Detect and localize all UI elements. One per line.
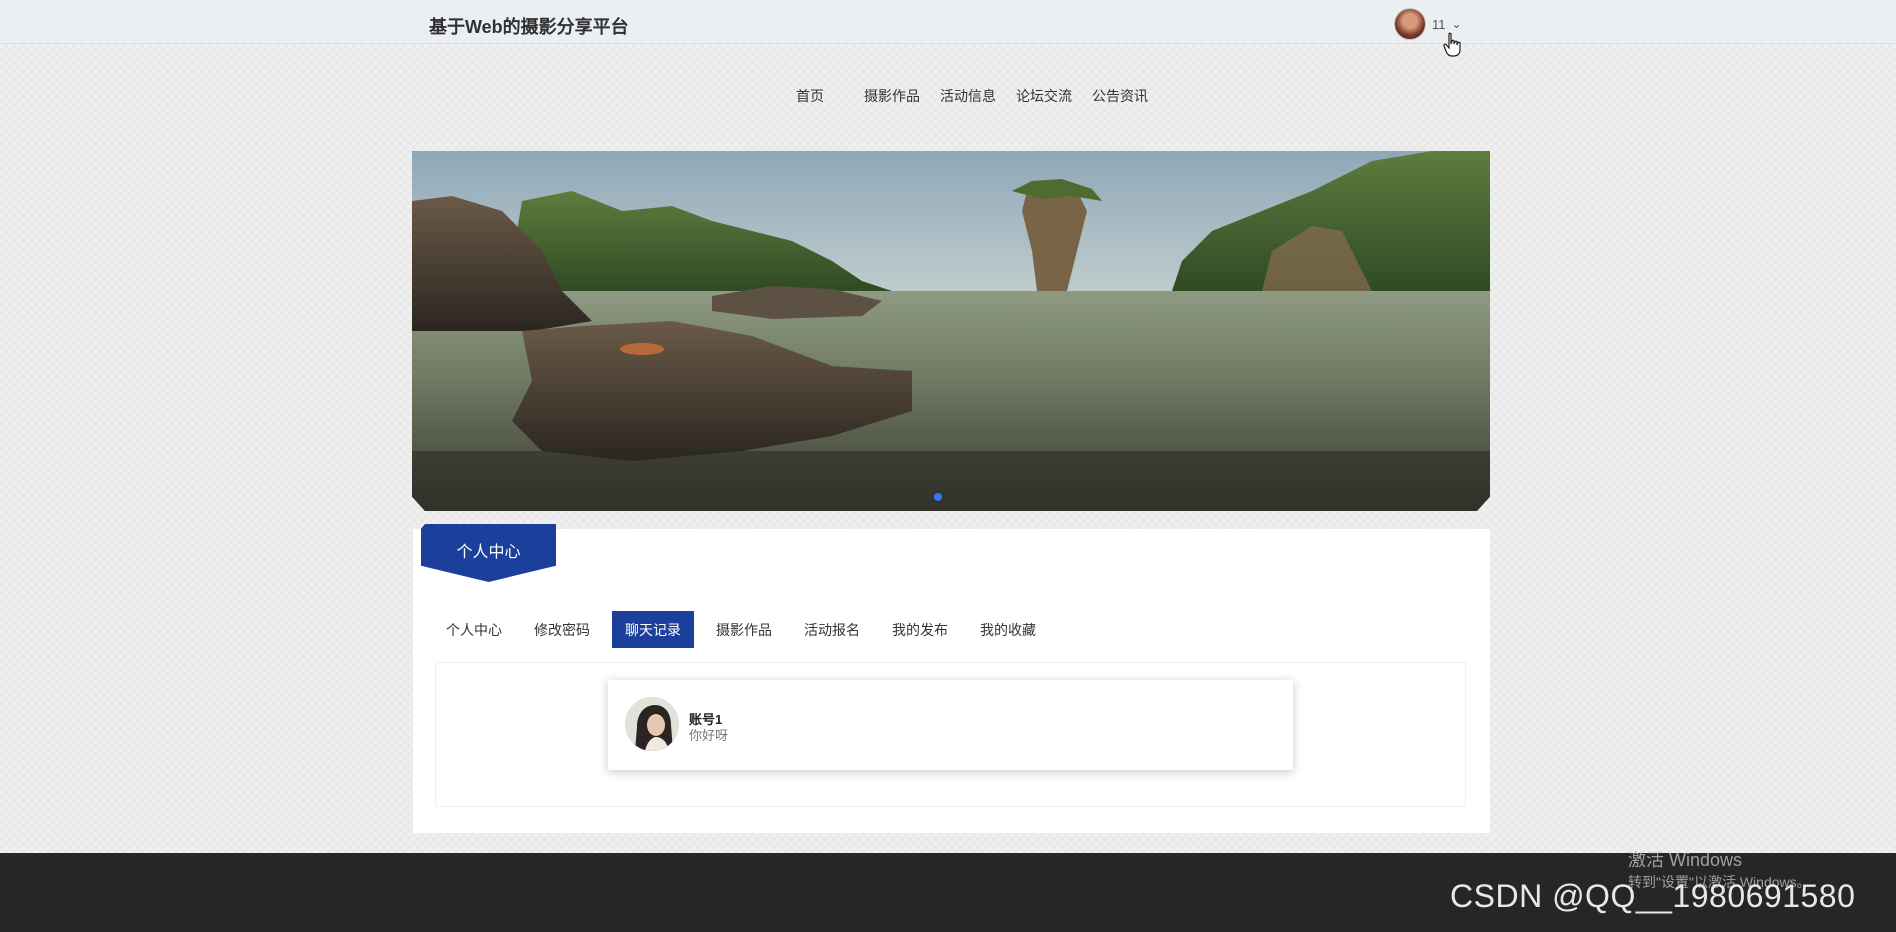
chat-item[interactable]: 账号1 你好呀 bbox=[608, 680, 1293, 770]
main-nav: 首页 摄影作品 活动信息 论坛交流 公告资讯 bbox=[0, 86, 1896, 106]
personal-tabs: 个人中心 修改密码 聊天记录 摄影作品 活动报名 我的发布 我的收藏 bbox=[436, 611, 1050, 648]
tab-event-signup[interactable]: 活动报名 bbox=[794, 611, 870, 648]
user-avatar[interactable] bbox=[1394, 8, 1426, 40]
chat-avatar bbox=[625, 697, 679, 751]
top-header: 基于Web的摄影分享平台 11 ⌄ bbox=[0, 2, 1896, 44]
user-name[interactable]: 11 bbox=[1432, 17, 1446, 32]
chevron-down-icon[interactable]: ⌄ bbox=[1452, 18, 1462, 30]
windows-activation-title: 激活 Windows bbox=[1628, 850, 1743, 870]
banner-carousel[interactable] bbox=[412, 151, 1490, 511]
hand-cursor-icon bbox=[1443, 32, 1461, 57]
site-title[interactable]: 基于Web的摄影分享平台 bbox=[429, 13, 629, 39]
banner-image bbox=[412, 151, 1490, 511]
chat-last-message: 你好呀 bbox=[689, 728, 729, 743]
tab-my-posts[interactable]: 我的发布 bbox=[882, 611, 958, 648]
nav-item-events[interactable]: 活动信息 bbox=[930, 86, 1006, 106]
csdn-watermark: CSDN @QQ__1980691580 bbox=[1450, 878, 1856, 914]
tab-photo-works[interactable]: 摄影作品 bbox=[706, 611, 782, 648]
nav-item-news[interactable]: 公告资讯 bbox=[1082, 86, 1158, 106]
carousel-dot-active[interactable] bbox=[934, 493, 942, 501]
tab-my-favorites[interactable]: 我的收藏 bbox=[970, 611, 1046, 648]
tab-change-password[interactable]: 修改密码 bbox=[524, 611, 600, 648]
tab-personal-center[interactable]: 个人中心 bbox=[436, 611, 512, 648]
nav-item-home[interactable]: 首页 bbox=[786, 86, 854, 106]
tab-chat-history[interactable]: 聊天记录 bbox=[612, 611, 694, 648]
nav-item-forum[interactable]: 论坛交流 bbox=[1006, 86, 1082, 106]
nav-item-photos[interactable]: 摄影作品 bbox=[854, 86, 930, 106]
